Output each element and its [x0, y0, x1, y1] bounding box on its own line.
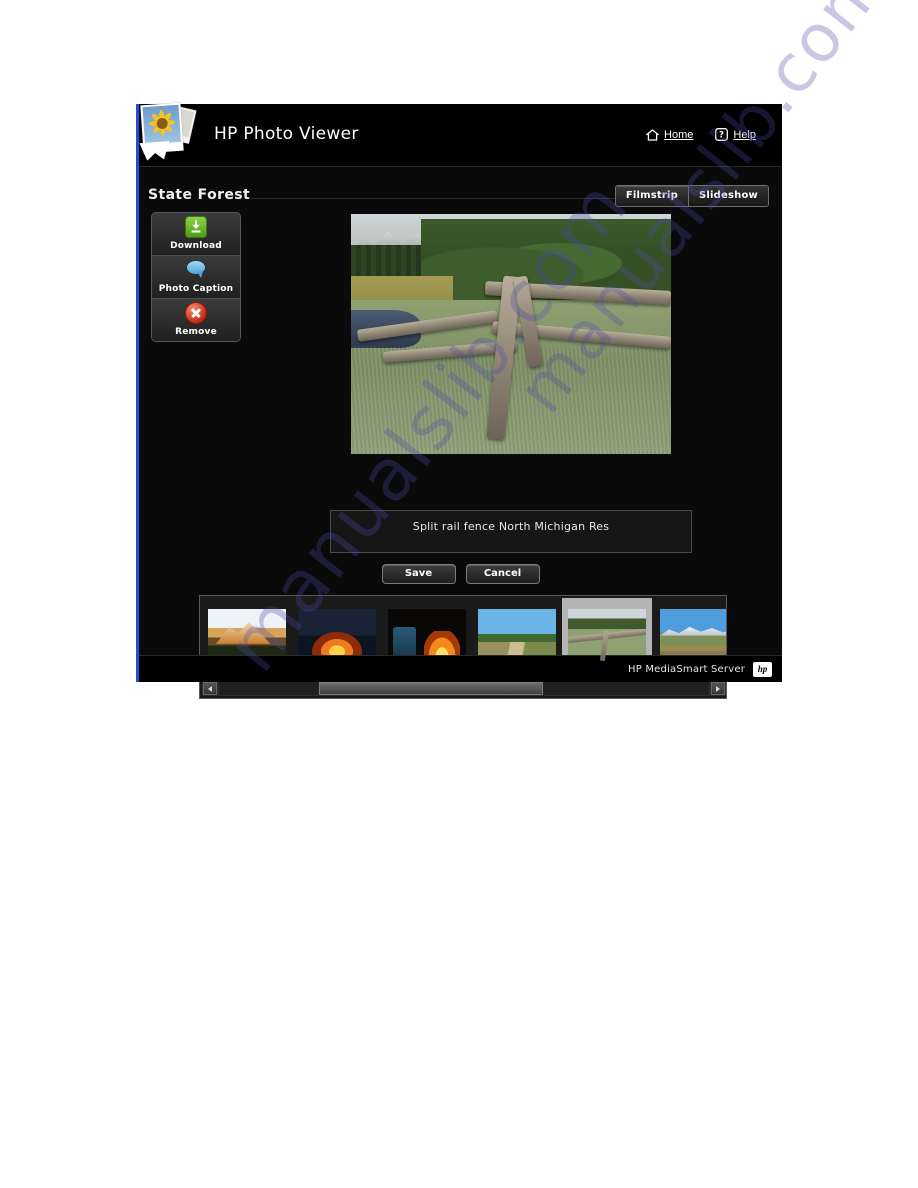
- remove-button[interactable]: Remove: [152, 299, 240, 341]
- cancel-button[interactable]: Cancel: [465, 564, 540, 584]
- red-x-circle-icon: [185, 302, 207, 324]
- speech-bubble-icon: [186, 259, 206, 279]
- photo-ribbon-shape: [139, 141, 170, 161]
- help-link[interactable]: ? Help: [715, 128, 756, 141]
- help-question-icon: ?: [715, 128, 729, 141]
- scrollbar-trough[interactable]: [219, 682, 709, 695]
- header-links: Home ? Help: [646, 128, 756, 141]
- remove-button-label: Remove: [175, 327, 217, 337]
- photo-actions-sidebar: Download Photo Caption Remove: [151, 212, 241, 342]
- home-icon: [646, 128, 660, 141]
- window-left-accent-bar: [136, 104, 139, 682]
- photo-caption-button-label: Photo Caption: [158, 284, 234, 294]
- title-divider: [252, 198, 646, 199]
- download-arrow-icon: [185, 216, 207, 238]
- sunflower-graphic: [148, 109, 177, 138]
- footer-product-name: HP MediaSmart Server: [628, 663, 745, 675]
- album-title-row: State Forest Filmstrip Slideshow: [148, 185, 773, 209]
- page-title: State Forest: [148, 187, 251, 203]
- svg-text:?: ?: [719, 131, 724, 141]
- tab-slideshow[interactable]: Slideshow: [689, 186, 768, 206]
- content-area: State Forest Filmstrip Slideshow Downloa…: [139, 167, 782, 699]
- arrow-right-icon[interactable]: [711, 682, 725, 695]
- main-photo-viewer[interactable]: [351, 214, 671, 454]
- save-button[interactable]: Save: [381, 564, 456, 584]
- caption-input[interactable]: Split rail fence North Michigan Res: [330, 510, 692, 553]
- hp-photo-viewer-window: HP Photo Viewer Home ? Help State Forest: [136, 102, 782, 699]
- sunflower-photo-icon: [139, 102, 199, 164]
- caption-form-buttons: Save Cancel: [139, 564, 782, 584]
- home-link-label: Home: [664, 128, 694, 141]
- hp-logo-icon: hp: [753, 661, 772, 677]
- download-button-label: Download: [170, 241, 222, 251]
- photo-thumbnail-art: [142, 104, 182, 145]
- app-footer: HP MediaSmart Server hp: [139, 655, 782, 682]
- app-title: HP Photo Viewer: [214, 124, 359, 144]
- arrow-left-icon[interactable]: [203, 682, 217, 695]
- photo-caption-button[interactable]: Photo Caption: [152, 256, 240, 299]
- home-link[interactable]: Home: [646, 129, 693, 141]
- view-mode-tabs: Filmstrip Slideshow: [614, 185, 769, 207]
- filmstrip-scrollbar[interactable]: [202, 680, 726, 696]
- scrollbar-thumb[interactable]: [319, 682, 543, 695]
- app-header: HP Photo Viewer Home ? Help: [136, 102, 782, 167]
- download-button[interactable]: Download: [152, 213, 240, 256]
- caption-input-value: Split rail fence North Michigan Res: [412, 520, 610, 533]
- filmstrip-panel: [199, 595, 727, 699]
- tab-filmstrip[interactable]: Filmstrip: [615, 186, 690, 206]
- help-link-label: Help: [733, 128, 756, 141]
